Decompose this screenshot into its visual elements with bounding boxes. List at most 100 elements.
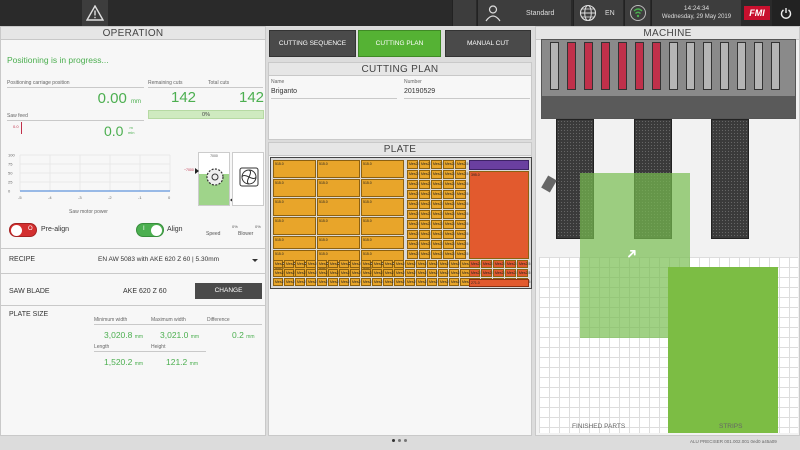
- plate-piece[interactable]: Mes2.5: [443, 180, 456, 189]
- plate-piece[interactable]: Mes2.5: [295, 269, 308, 277]
- plate-piece[interactable]: Mes2.5: [438, 278, 451, 286]
- plate-piece[interactable]: Mes2.5: [317, 278, 330, 286]
- plate-piece[interactable]: Mes2.5: [438, 260, 451, 268]
- plate-piece[interactable]: Mes2.5: [295, 278, 308, 286]
- power-button[interactable]: [772, 0, 800, 26]
- plate-piece[interactable]: Mes2.5: [317, 260, 330, 268]
- plate-piece[interactable]: Mes2.5: [273, 260, 286, 268]
- plate-piece[interactable]: Mes2.5: [394, 260, 407, 268]
- user-button[interactable]: Standard: [477, 0, 571, 26]
- plate-piece[interactable]: Mes2.5: [443, 200, 456, 209]
- plate-piece[interactable]: Mes2.5: [419, 160, 432, 169]
- plate-piece[interactable]: Mes2.5: [431, 170, 444, 179]
- plate-piece[interactable]: Mes2.5: [273, 269, 286, 277]
- plate-piece[interactable]: Mes2.5: [306, 260, 319, 268]
- plate-piece[interactable]: Mes2.5: [505, 260, 518, 268]
- plate-piece[interactable]: Mes2.5: [383, 269, 396, 277]
- language-button[interactable]: EN: [573, 0, 623, 26]
- plate-piece[interactable]: Mes2.5: [493, 269, 506, 277]
- page-indicator[interactable]: [392, 439, 407, 442]
- plate-piece[interactable]: Mes2.5: [419, 230, 432, 239]
- plate-piece[interactable]: 515.0: [361, 198, 404, 216]
- plate-piece[interactable]: Mes2.5: [431, 210, 444, 219]
- plate-piece[interactable]: Mes2.5: [284, 278, 297, 286]
- plate-piece[interactable]: Mes2.5: [295, 260, 308, 268]
- tab-cutting-plan[interactable]: CUTTING PLAN: [358, 30, 441, 57]
- plate-piece[interactable]: Mes2.5: [455, 190, 468, 199]
- plate-piece[interactable]: Mes2.5: [339, 278, 352, 286]
- plate-piece[interactable]: Mes2.5: [493, 260, 506, 268]
- plate-piece[interactable]: Mes2.5: [350, 278, 363, 286]
- plate-piece[interactable]: Mes2.5: [361, 278, 374, 286]
- plate-piece[interactable]: 515.0: [273, 179, 316, 197]
- plate-piece[interactable]: Mes2.5: [431, 200, 444, 209]
- plate-piece[interactable]: Mes2.5: [469, 269, 482, 277]
- plate-piece[interactable]: Mes2.5: [306, 269, 319, 277]
- plate-piece[interactable]: Mes2.5: [405, 260, 418, 268]
- warning-button[interactable]: [82, 0, 108, 26]
- plate-piece[interactable]: Mes2.5: [517, 260, 530, 268]
- plate-piece[interactable]: Mes2.5: [284, 269, 297, 277]
- plate-piece[interactable]: Mes2.5: [449, 278, 462, 286]
- plate-piece[interactable]: Mes2.5: [455, 240, 468, 249]
- plate-piece[interactable]: Mes2.5: [455, 200, 468, 209]
- plate-piece[interactable]: Mes2.5: [455, 220, 468, 229]
- plate-piece[interactable]: Mes2.5: [431, 190, 444, 199]
- plate-piece[interactable]: Mes2.5: [443, 220, 456, 229]
- plate-piece[interactable]: Mes2.5: [443, 210, 456, 219]
- plate-piece[interactable]: Mes2.5: [372, 269, 385, 277]
- plate-piece[interactable]: Mes2.5: [407, 190, 420, 199]
- plate-piece[interactable]: Mes2.5: [427, 278, 440, 286]
- plate-piece[interactable]: Mes2.5: [394, 278, 407, 286]
- plate-piece[interactable]: Mes2.5: [455, 210, 468, 219]
- plate-piece[interactable]: Mes2.5: [328, 278, 341, 286]
- plate-piece[interactable]: Mes2.5: [431, 230, 444, 239]
- plate-piece[interactable]: Mes2.5: [383, 278, 396, 286]
- plate-piece[interactable]: Mes2.5: [443, 190, 456, 199]
- plate-piece[interactable]: Mes2.5: [443, 250, 456, 259]
- plate-piece[interactable]: Mes2.5: [407, 170, 420, 179]
- page-dot[interactable]: [392, 439, 395, 442]
- plate-piece[interactable]: Mes2.5: [394, 269, 407, 277]
- plate-piece[interactable]: Mes2.5: [419, 180, 432, 189]
- plate-piece[interactable]: Mes2.5: [407, 250, 420, 259]
- plate-piece[interactable]: 515.0: [317, 179, 360, 197]
- recipe-select[interactable]: EN AW 5083 with AKE 620 Z 60 | 5.30mm: [96, 251, 262, 268]
- plate-piece[interactable]: Mes2.5: [306, 278, 319, 286]
- plate-piece[interactable]: 515.0: [317, 217, 360, 235]
- plate-piece[interactable]: Mes2.5: [455, 250, 468, 259]
- plate-piece[interactable]: Mes2.5: [407, 200, 420, 209]
- align-toggle[interactable]: I: [136, 223, 164, 237]
- plate-piece[interactable]: Mes2.5: [431, 240, 444, 249]
- change-blade-button[interactable]: CHANGE: [195, 283, 262, 299]
- plate-piece[interactable]: 515.0: [317, 236, 360, 249]
- plate-piece[interactable]: Mes2.5: [405, 278, 418, 286]
- plate-piece[interactable]: Mes2.5: [455, 160, 468, 169]
- plate-layout[interactable]: 515.0 515.0 515.0 515.0 515.0 515.0 515.0 515.0…: [270, 157, 532, 289]
- plate-piece[interactable]: Mes2.5: [431, 220, 444, 229]
- plate-piece[interactable]: 515.0: [361, 236, 404, 249]
- plate-piece[interactable]: Mes2.5: [405, 269, 418, 277]
- plate-piece[interactable]: Mes2.5: [407, 160, 420, 169]
- plate-piece[interactable]: Mes2.5: [407, 230, 420, 239]
- plate-piece[interactable]: Mes2.5: [361, 269, 374, 277]
- plate-piece[interactable]: 271.0: [469, 279, 529, 287]
- plate-piece[interactable]: 395.0: [469, 171, 529, 259]
- plate-piece[interactable]: Mes2.5: [350, 269, 363, 277]
- tab-cutting-sequence[interactable]: CUTTING SEQUENCE: [269, 30, 356, 57]
- plate-piece[interactable]: Mes2.5: [449, 269, 462, 277]
- plate-piece[interactable]: Mes2.5: [407, 180, 420, 189]
- plate-piece[interactable]: Mes2.5: [317, 269, 330, 277]
- plate-piece[interactable]: Mes2.5: [419, 170, 432, 179]
- plate-piece[interactable]: Mes2.5: [350, 260, 363, 268]
- plate-piece[interactable]: Mes2.5: [407, 210, 420, 219]
- plate-piece[interactable]: 515.0: [273, 236, 316, 249]
- connection-button[interactable]: [624, 0, 650, 26]
- plate-piece[interactable]: Mes2.5: [443, 160, 456, 169]
- page-dot[interactable]: [404, 439, 407, 442]
- plate-piece[interactable]: Mes2.5: [427, 260, 440, 268]
- plate-piece[interactable]: Mes2.5: [284, 260, 297, 268]
- plate-piece[interactable]: Mes2.5: [419, 240, 432, 249]
- plate-piece[interactable]: Mes2.5: [455, 170, 468, 179]
- plate-piece[interactable]: Mes2.5: [419, 200, 432, 209]
